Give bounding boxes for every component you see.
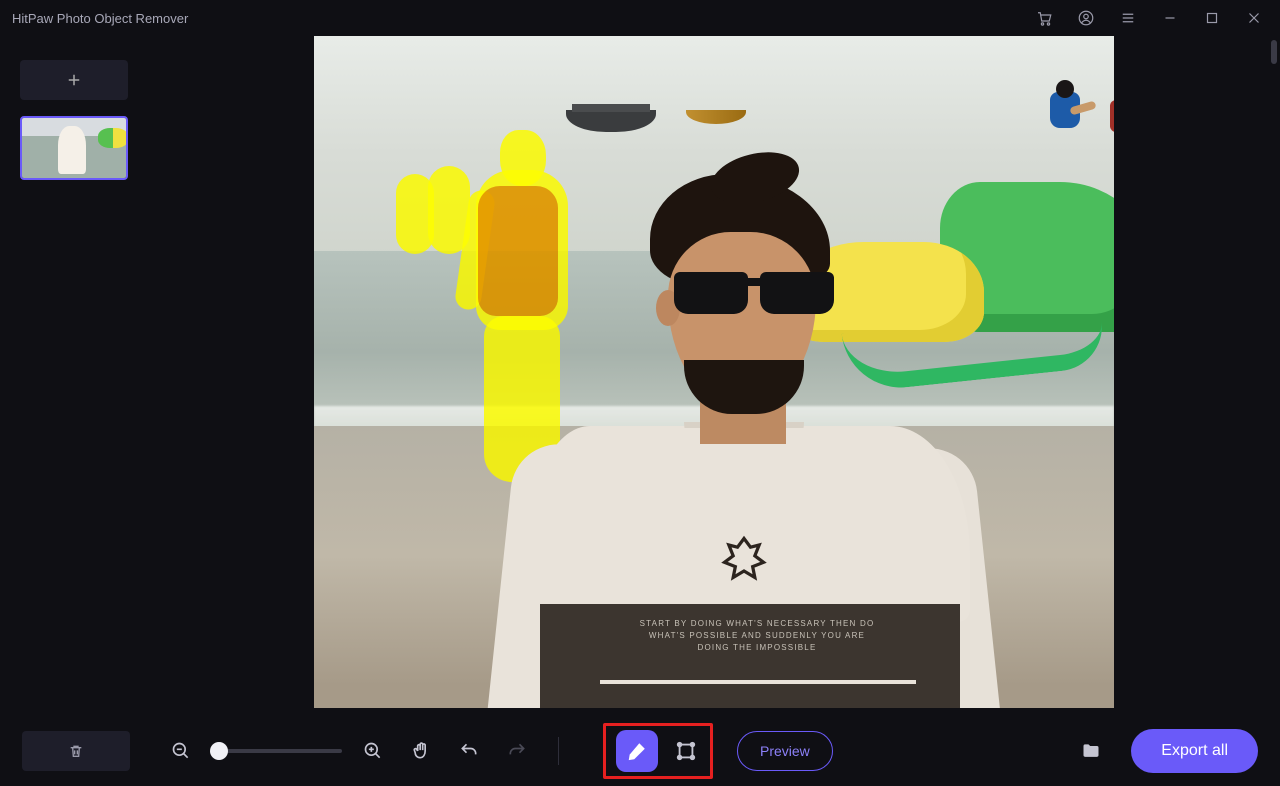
- close-icon[interactable]: [1236, 0, 1272, 36]
- zoom-out-button[interactable]: [164, 734, 198, 768]
- shirt-logo: [716, 532, 772, 584]
- scene-rider: [1048, 80, 1092, 142]
- main: Start by doing what's necessary then do …: [0, 36, 1280, 716]
- canvas-area: Start by doing what's necessary then do …: [148, 36, 1280, 716]
- app-title: HitPaw Photo Object Remover: [12, 11, 188, 26]
- delete-button[interactable]: [22, 731, 130, 771]
- scene-rider-2: [1106, 90, 1114, 150]
- output-folder-button[interactable]: [1073, 733, 1109, 769]
- menu-icon[interactable]: [1110, 0, 1146, 36]
- brush-tool-button[interactable]: [616, 730, 658, 772]
- undo-button[interactable]: [452, 734, 486, 768]
- maximize-icon[interactable]: [1194, 0, 1230, 36]
- shirt-text: Start by doing what's necessary then do …: [636, 618, 878, 654]
- account-icon[interactable]: [1068, 0, 1104, 36]
- toolbar-divider: [558, 737, 559, 765]
- redo-button[interactable]: [500, 734, 534, 768]
- thumbnail-image: [22, 118, 126, 178]
- cart-icon[interactable]: [1026, 0, 1062, 36]
- scene-subject: Start by doing what's necessary then do …: [550, 174, 1050, 708]
- titlebar: HitPaw Photo Object Remover: [0, 0, 1280, 36]
- zoom-slider[interactable]: [212, 749, 342, 753]
- preview-button[interactable]: Preview: [737, 731, 833, 771]
- minimize-icon[interactable]: [1152, 0, 1188, 36]
- titlebar-right: [1026, 0, 1272, 36]
- scrollbar-thumb[interactable]: [1271, 40, 1277, 64]
- pan-hand-button[interactable]: [404, 734, 438, 768]
- zoom-slider-thumb[interactable]: [210, 742, 228, 760]
- selection-frame-tool-button[interactable]: [672, 737, 700, 765]
- zoom-in-button[interactable]: [356, 734, 390, 768]
- sidebar: [0, 36, 148, 716]
- thumbnail-selected[interactable]: [20, 116, 128, 180]
- tool-group-highlight: [603, 723, 713, 779]
- add-image-button[interactable]: [20, 60, 128, 100]
- export-all-button[interactable]: Export all: [1131, 729, 1258, 773]
- bottom-toolbar: Preview Export all: [0, 716, 1280, 786]
- canvas[interactable]: Start by doing what's necessary then do …: [314, 36, 1114, 708]
